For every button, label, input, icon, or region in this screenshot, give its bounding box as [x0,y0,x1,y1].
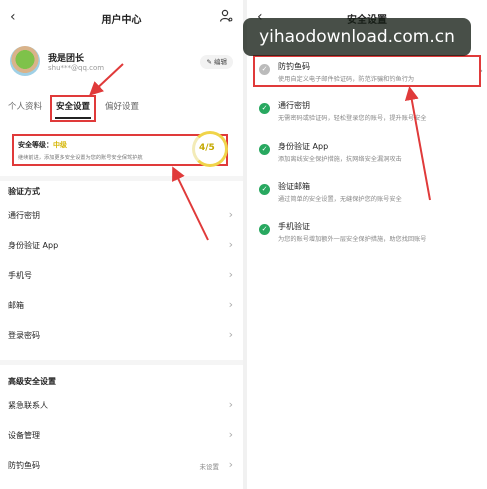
list-item-label: 手机号 [8,271,32,280]
username: 我是团长 [48,54,85,64]
feature-description: 添加离线安全保护措施，抗网络安全漏洞攻击 [278,156,402,163]
list-item-label: 通行密钥 [8,211,40,220]
feature-description: 通过简单的安全设置，无缝保护您的账号安全 [278,196,402,203]
tab-bar: 个人资料 安全设置 偏好设置 [8,96,235,118]
edit-label: 编辑 [214,58,227,66]
feature-description: 无需密码或验证码，轻松登录您的账号，提升账号安全 [278,115,427,122]
list-item-label: 身份验证 App [8,241,59,250]
list-item-passkey[interactable]: 通行密钥 › [8,206,235,230]
security-settings-panel: ‹ 安全设置 ✓ 防钓鱼码 使用自定义电子邮件验证码，防范诈骗和钓鱼行为 › ✓… [247,0,487,489]
chevron-right-icon: › [228,268,233,281]
user-settings-icon[interactable] [219,9,233,23]
highlight-box-tab [50,95,96,122]
list-item-devices[interactable]: 设备管理 › [8,426,235,450]
section-title-advanced: 高级安全设置 [8,377,56,386]
security-score: 4/5 [199,143,215,153]
chevron-right-icon: › [228,428,233,441]
feature-email[interactable]: ✓ 验证邮箱 通过简单的安全设置，无缝保护您的账号安全 [247,178,487,218]
list-item-emergency-contact[interactable]: 紧急联系人 › [8,396,235,420]
user-email: shu***@qq.com [48,64,105,72]
header: ‹ 用户中心 [0,6,243,30]
list-item-email[interactable]: 邮箱 › [8,296,235,320]
chevron-right-icon: › [228,208,233,221]
feature-phone[interactable]: ✓ 手机验证 为您的账号增加额外一层安全保护措施，助您找回账号 [247,218,487,258]
list-item-authenticator[interactable]: 身份验证 App › [8,236,235,260]
page-title: 用户中心 [101,15,142,26]
divider [0,176,243,181]
feature-title: 验证邮箱 [278,182,310,191]
check-icon: ✓ [259,103,270,114]
list-item-label: 设备管理 [8,431,40,440]
feature-title: 手机验证 [278,222,310,231]
list-item-label: 登录密码 [8,331,40,340]
tab-preferences[interactable]: 偏好设置 [105,100,139,112]
list-item-label: 防钓鱼码 [8,461,40,470]
edit-icon: ✎ [206,58,214,66]
highlight-box-feature [253,55,481,87]
chevron-right-icon: › [228,328,233,341]
feature-title: 通行密钥 [278,101,310,110]
chevron-right-icon: › [228,238,233,251]
check-icon: ✓ [259,144,270,155]
section-title-verify: 验证方式 [8,187,40,196]
watermark: yihaodownload.com.cn [243,18,471,56]
check-icon: ✓ [259,184,270,195]
edit-profile-button[interactable]: ✎ 编辑 [200,55,233,69]
feature-description: 为您的账号增加额外一层安全保护措施，助您找回账号 [278,236,427,243]
avatar[interactable] [10,46,40,76]
security-level: 安全等级：中级 [18,140,67,150]
list-item-label: 紧急联系人 [8,401,48,410]
chevron-right-icon: › [228,458,233,471]
security-level-value: 中级 [53,141,67,149]
feature-passkey[interactable]: ✓ 通行密钥 无需密码或验证码，轻松登录您的账号，提升账号安全 [247,97,487,137]
status-text: 未设置 [199,463,220,471]
chevron-right-icon: › [228,298,233,311]
feature-title: 身份验证 App [278,142,329,151]
divider [0,360,243,365]
security-level-label: 安全等级： [18,141,53,149]
chevron-right-icon: › [228,398,233,411]
security-level-description: 继续前进，添加更多安全设置为您的账号安全保驾护航 [18,155,143,161]
tab-profile[interactable]: 个人资料 [8,100,42,112]
list-item-phone[interactable]: 手机号 › [8,266,235,290]
list-item-password[interactable]: 登录密码 › [8,326,235,350]
list-item-antiphishing[interactable]: 防钓鱼码 未设置 › [8,456,235,480]
feature-authenticator[interactable]: ✓ 身份验证 App 添加离线安全保护措施，抗网络安全漏洞攻击 [247,138,487,178]
list-item-label: 邮箱 [8,301,24,310]
check-icon: ✓ [259,224,270,235]
user-center-panel: ‹ 用户中心 我是团长 shu***@qq.com ✎ 编辑 个人资料 安全设置… [0,0,243,489]
